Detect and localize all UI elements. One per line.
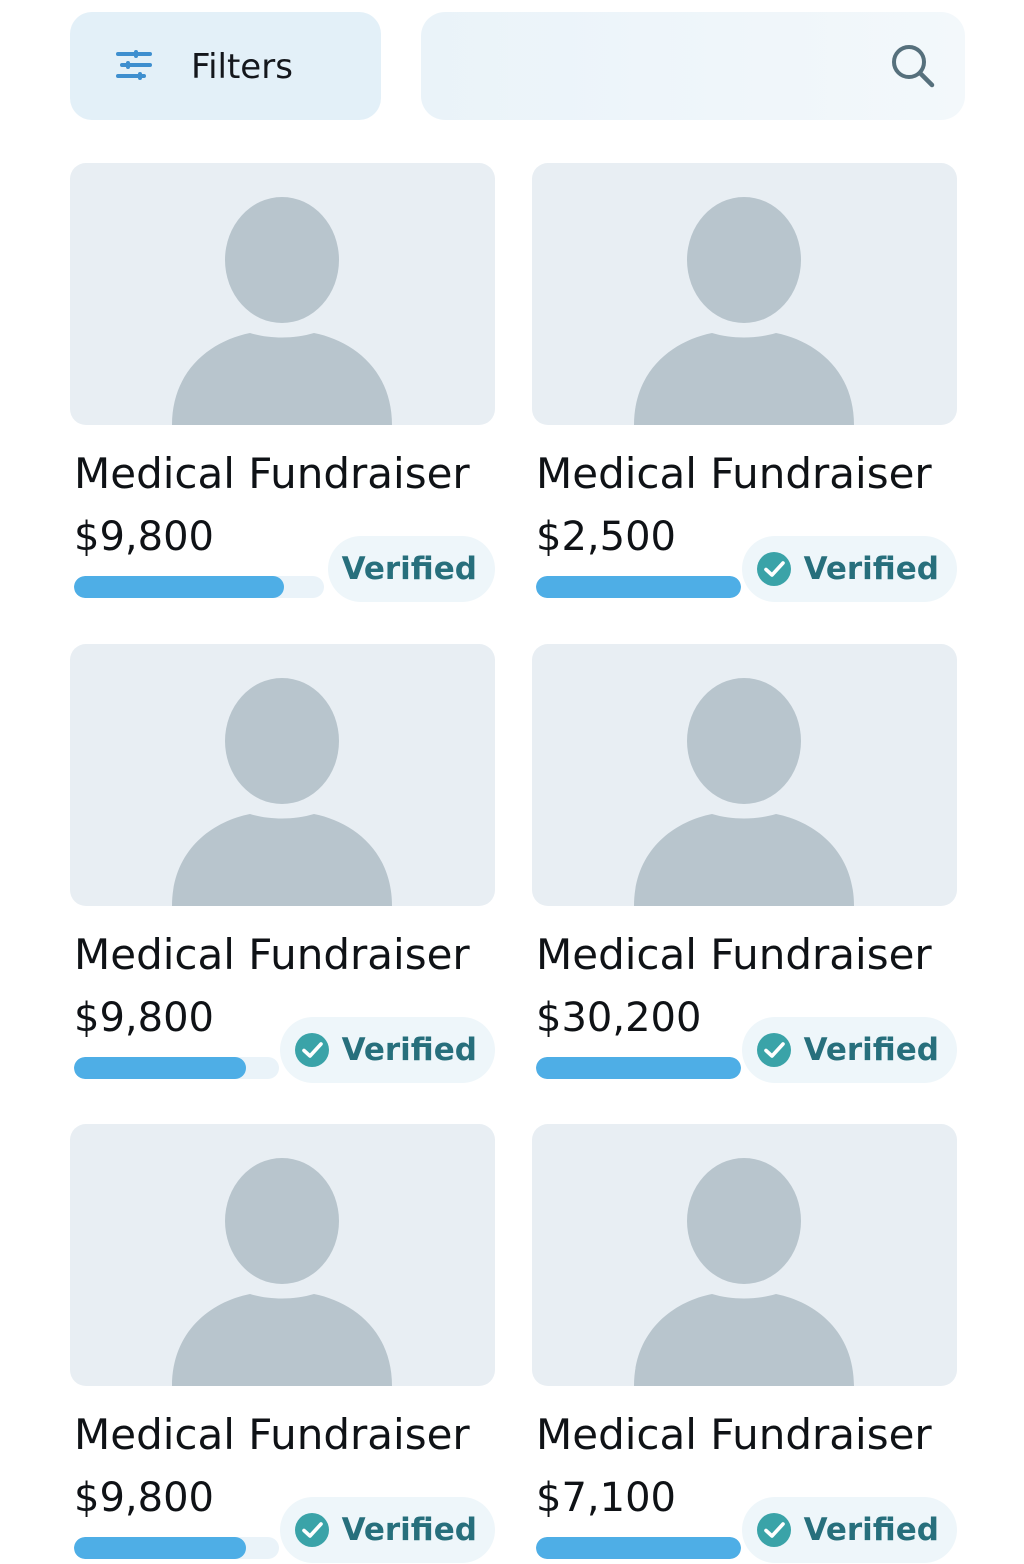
check-circle-icon [756, 1513, 791, 1547]
avatar-placeholder [70, 163, 495, 425]
person-icon [634, 197, 854, 425]
search-input[interactable] [445, 42, 889, 92]
filters-button[interactable]: Filters [70, 12, 381, 120]
verified-badge: Verified [741, 1017, 957, 1083]
amount-raised: $2,500 [536, 514, 676, 560]
card-title: Medical Fundraiser [74, 1410, 470, 1459]
search-icon[interactable] [889, 42, 937, 90]
progress-fill [536, 576, 741, 598]
amount-raised: $9,800 [74, 995, 214, 1041]
avatar-placeholder [532, 1124, 957, 1386]
filters-label: Filters [191, 47, 293, 87]
verified-badge: Verified [279, 1497, 495, 1563]
filters-icon [116, 50, 152, 80]
avatar-placeholder [70, 1124, 495, 1386]
progress-bar [536, 576, 741, 598]
person-icon [172, 1158, 392, 1386]
progress-bar [536, 1057, 741, 1079]
verified-badge: Verified [327, 536, 495, 602]
check-circle-icon [756, 1033, 791, 1067]
badge-label: Verified [341, 1032, 477, 1068]
verified-badge: Verified [279, 1017, 495, 1083]
card-title: Medical Fundraiser [74, 930, 470, 979]
check-circle-icon [294, 1513, 329, 1547]
badge-label: Verified [803, 551, 939, 587]
person-icon [172, 678, 392, 906]
verified-badge: Verified [741, 536, 957, 602]
fundraiser-card[interactable]: Medical Fundraiser $9,800 Verified [70, 163, 495, 603]
progress-fill [536, 1537, 741, 1559]
fundraiser-card[interactable]: Medical Fundraiser $9,800 Verified [70, 644, 495, 1084]
progress-bar [74, 576, 324, 598]
progress-fill [74, 1537, 247, 1559]
progress-bar [74, 1057, 279, 1079]
badge-label: Verified [803, 1512, 939, 1548]
card-title: Medical Fundraiser [536, 1410, 932, 1459]
progress-fill [536, 1057, 741, 1079]
check-circle-icon [756, 552, 791, 586]
badge-label: Verified [341, 1512, 477, 1548]
card-title: Medical Fundraiser [536, 449, 932, 498]
badge-label: Verified [341, 551, 477, 587]
person-icon [172, 197, 392, 425]
progress-bar [74, 1537, 279, 1559]
fundraiser-card[interactable]: Medical Fundraiser $7,100 Verified [532, 1124, 957, 1564]
card-title: Medical Fundraiser [536, 930, 932, 979]
fundraiser-card[interactable]: Medical Fundraiser $2,500 Verified [532, 163, 957, 603]
person-icon [634, 1158, 854, 1386]
progress-bar [536, 1537, 741, 1559]
fundraiser-card[interactable]: Medical Fundraiser $9,800 Verified [70, 1124, 495, 1564]
amount-raised: $7,100 [536, 1475, 676, 1521]
top-toolbar: Filters [70, 12, 965, 120]
person-icon [634, 678, 854, 906]
check-circle-icon [294, 1033, 329, 1067]
progress-fill [74, 1057, 247, 1079]
card-title: Medical Fundraiser [74, 449, 470, 498]
avatar-placeholder [532, 163, 957, 425]
progress-fill [74, 576, 284, 598]
amount-raised: $30,200 [536, 995, 702, 1041]
fundraiser-card[interactable]: Medical Fundraiser $30,200 Verified [532, 644, 957, 1084]
avatar-placeholder [70, 644, 495, 906]
amount-raised: $9,800 [74, 514, 214, 560]
amount-raised: $9,800 [74, 1475, 214, 1521]
avatar-placeholder [532, 644, 957, 906]
badge-label: Verified [803, 1032, 939, 1068]
verified-badge: Verified [741, 1497, 957, 1563]
search-box[interactable] [421, 12, 965, 120]
